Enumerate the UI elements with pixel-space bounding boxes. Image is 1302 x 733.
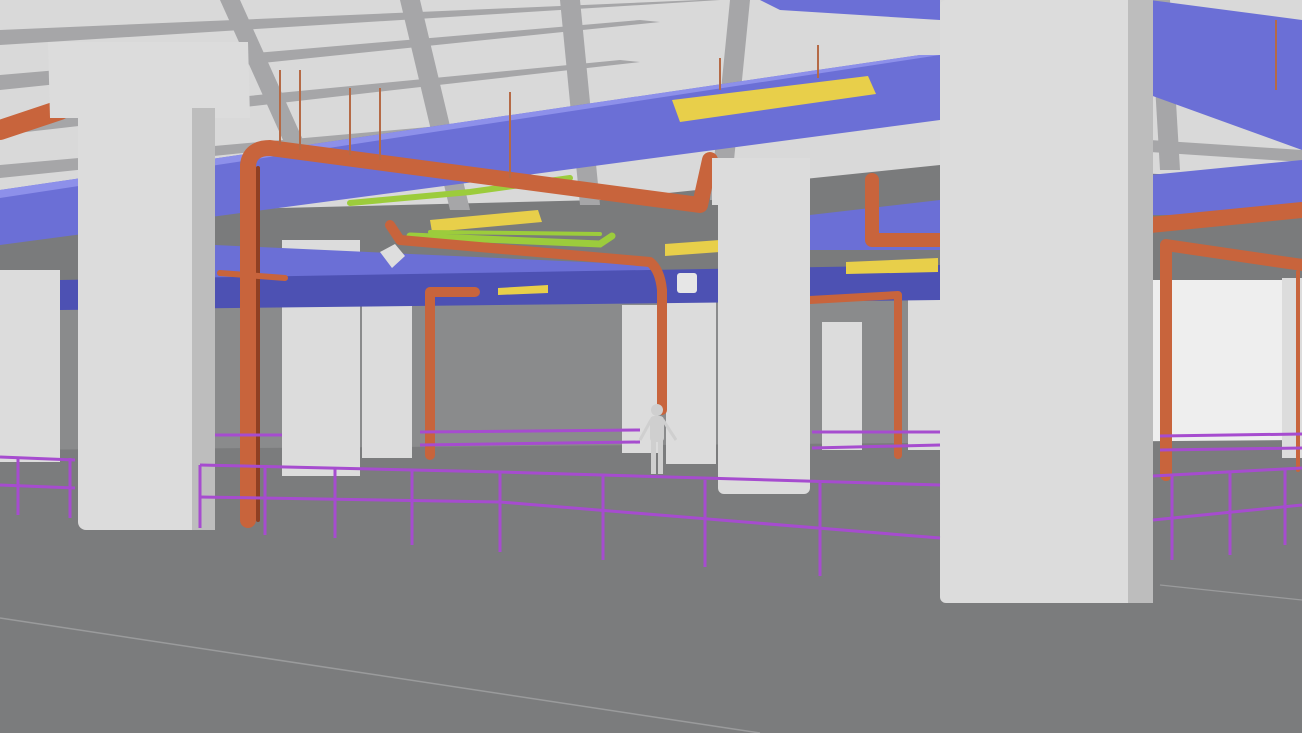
column [0,270,60,462]
bim-scene[interactable] [0,0,1302,733]
light-fixture [430,210,542,232]
light-fixture [665,240,720,256]
column [940,0,1153,603]
3d-viewport[interactable] [0,0,1302,733]
column [908,300,940,450]
column [718,198,810,494]
column [362,290,412,458]
duct-fitting [677,273,697,293]
light-fixture [846,258,938,274]
column-shade [1128,0,1153,603]
column-capital [48,42,250,118]
column-capital [712,158,810,205]
